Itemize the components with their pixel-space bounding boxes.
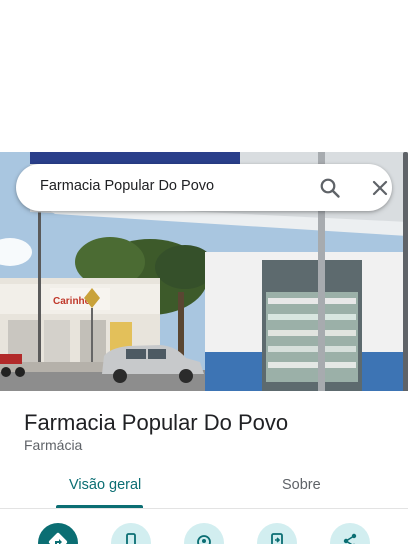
search-bar[interactable]: Farmacia Popular Do Povo [16,164,392,211]
place-name: Farmacia Popular Do Povo [24,410,289,435]
phone-icon [126,533,136,544]
nearby-icon [197,535,211,544]
close-icon[interactable] [368,176,392,200]
share-icon [343,533,357,544]
send-to-phone-icon [271,533,283,544]
search-input[interactable]: Farmacia Popular Do Povo [40,178,214,194]
tab-overview[interactable]: Visão geral [69,477,141,493]
tabs-divider [0,508,408,509]
directions-icon [48,532,68,544]
search-icon[interactable] [318,176,342,200]
place-category: Farmácia [24,437,83,453]
tab-about[interactable]: Sobre [282,477,321,493]
scrollbar[interactable] [403,152,408,414]
